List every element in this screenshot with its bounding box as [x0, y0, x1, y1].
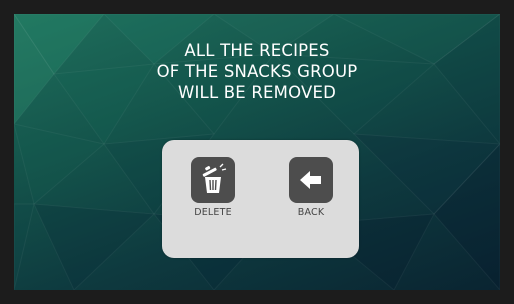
confirmation-message: ALL THE RECIPES OF THE SNACKS GROUP WILL…	[14, 40, 500, 103]
back-label: BACK	[297, 207, 325, 218]
screen: ALL THE RECIPES OF THE SNACKS GROUP WILL…	[14, 14, 500, 290]
delete-icon-tile[interactable]	[191, 157, 235, 203]
delete-button[interactable]: DELETE	[179, 157, 247, 218]
trash-can-icon	[202, 163, 227, 193]
device-frame: ALL THE RECIPES OF THE SNACKS GROUP WILL…	[0, 0, 514, 304]
confirm-dialog: DELETE BACK	[162, 140, 359, 258]
message-line-3: WILL BE REMOVED	[177, 83, 337, 102]
delete-label: DELETE	[194, 207, 232, 218]
back-icon-tile[interactable]	[289, 157, 333, 203]
message-line-2: OF THE SNACKS GROUP	[156, 62, 358, 81]
back-button[interactable]: BACK	[277, 157, 345, 218]
arrow-left-icon	[300, 171, 321, 189]
message-line-1: ALL THE RECIPES	[184, 41, 330, 60]
